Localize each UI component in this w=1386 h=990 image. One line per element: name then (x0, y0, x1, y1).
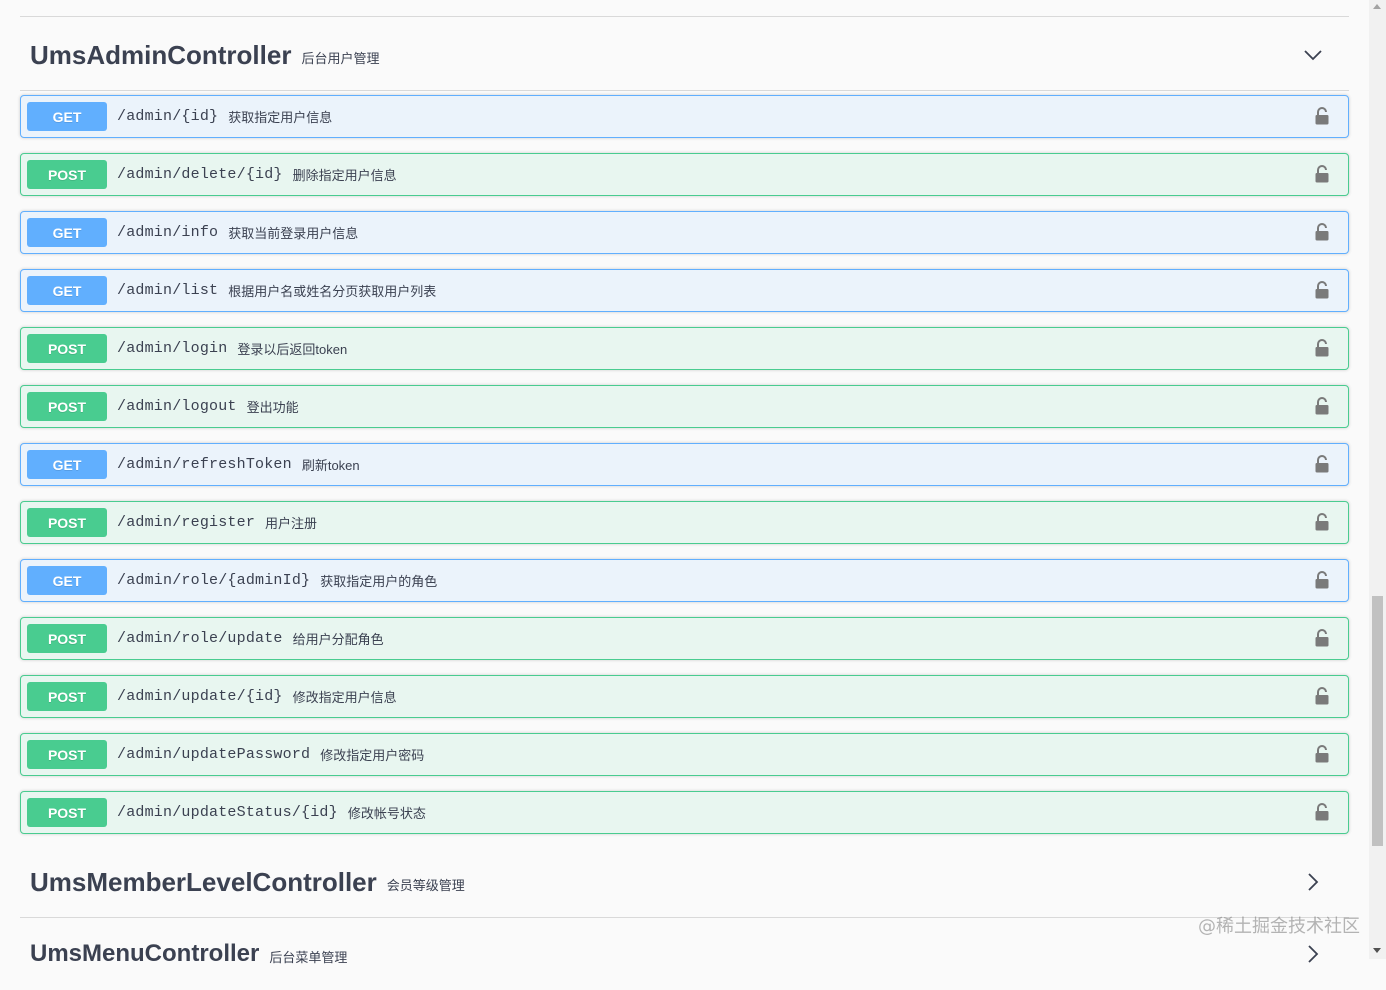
unlocked-lock-icon[interactable] (1314, 455, 1330, 473)
http-method-badge: GET (27, 218, 107, 247)
operation-path: /admin/info (117, 224, 219, 241)
operation-row[interactable]: GET/admin/role/{adminId} 获取指定用户的角色 (20, 559, 1349, 602)
http-method-badge: POST (27, 624, 107, 653)
http-method-badge: POST (27, 798, 107, 827)
operation-row[interactable]: GET/admin/refreshToken 刷新token (20, 443, 1349, 486)
operation-summary: 登录以后返回token (237, 342, 348, 357)
operation-summary: 根据用户名或姓名分页获取用户列表 (228, 284, 437, 299)
unlocked-lock-icon[interactable] (1314, 513, 1330, 531)
operation-row[interactable]: POST/admin/update/{id} 修改指定用户信息 (20, 675, 1349, 718)
unlocked-lock-icon[interactable] (1314, 571, 1330, 589)
operation-row[interactable]: POST/admin/delete/{id} 删除指定用户信息 (20, 153, 1349, 196)
section-title: UmsAdminController (30, 39, 292, 70)
section-description: 后台菜单管理 (269, 949, 348, 965)
unlocked-lock-icon[interactable] (1314, 281, 1330, 299)
http-method-badge: POST (27, 160, 107, 189)
unlocked-lock-icon[interactable] (1314, 629, 1330, 647)
section-title: UmsMenuController (30, 940, 260, 967)
operation-path: /admin/update/{id} (117, 688, 283, 705)
operation-row[interactable]: POST/admin/login 登录以后返回token (20, 327, 1349, 370)
http-method-badge: GET (27, 276, 107, 305)
chevron-down-icon[interactable] (1303, 45, 1323, 65)
operation-path: /admin/role/update (117, 630, 283, 647)
section-title: UmsMemberLevelController (30, 866, 377, 897)
operation-summary: 删除指定用户信息 (292, 168, 397, 183)
operation-row[interactable]: GET/admin/{id} 获取指定用户信息 (20, 95, 1349, 138)
operation-row[interactable]: POST/admin/updatePassword 修改指定用户密码 (20, 733, 1349, 776)
chevron-right-icon[interactable] (1303, 872, 1323, 892)
watermark: @稀土掘金技术社区 (1198, 916, 1360, 937)
scroll-down-arrow-icon[interactable] (1373, 948, 1381, 953)
operation-path: /admin/register (117, 514, 256, 531)
http-method-badge: POST (27, 740, 107, 769)
unlocked-lock-icon[interactable] (1314, 107, 1330, 125)
section-ums-menu-controller[interactable]: UmsMenuController 后台菜单管理 (20, 918, 1349, 990)
unlocked-lock-icon[interactable] (1314, 397, 1330, 415)
section-description: 会员等级管理 (386, 877, 465, 893)
top-divider (20, 16, 1349, 17)
unlocked-lock-icon[interactable] (1314, 223, 1330, 241)
scrollbar-thumb[interactable] (1372, 596, 1383, 846)
operation-row[interactable]: POST/admin/role/update 给用户分配角色 (20, 617, 1349, 660)
operation-path: /admin/{id} (117, 108, 219, 125)
operation-path: /admin/list (117, 282, 219, 299)
operation-path: /admin/refreshToken (117, 456, 292, 473)
operation-summary: 修改指定用户密码 (320, 748, 425, 763)
section-divider (20, 90, 1349, 91)
operation-row[interactable]: GET/admin/info 获取当前登录用户信息 (20, 211, 1349, 254)
operation-path: /admin/logout (117, 398, 237, 415)
operation-path: /admin/delete/{id} (117, 166, 283, 183)
operation-path: /admin/updateStatus/{id} (117, 804, 338, 821)
unlocked-lock-icon[interactable] (1314, 803, 1330, 821)
operation-summary: 用户注册 (265, 516, 318, 531)
operation-row[interactable]: GET/admin/list 根据用户名或姓名分页获取用户列表 (20, 269, 1349, 312)
unlocked-lock-icon[interactable] (1314, 687, 1330, 705)
operation-path: /admin/role/{adminId} (117, 572, 311, 589)
operation-summary: 获取当前登录用户信息 (228, 226, 359, 241)
vertical-scrollbar[interactable] (1369, 0, 1386, 959)
operation-summary: 获取指定用户信息 (228, 110, 333, 125)
scroll-up-arrow-icon[interactable] (1373, 4, 1381, 9)
http-method-badge: POST (27, 392, 107, 421)
operation-path: /admin/updatePassword (117, 746, 311, 763)
section-description: 后台用户管理 (301, 50, 380, 66)
http-method-badge: GET (27, 450, 107, 479)
operation-summary: 给用户分配角色 (292, 632, 384, 647)
operation-row[interactable]: POST/admin/logout 登出功能 (20, 385, 1349, 428)
http-method-badge: GET (27, 566, 107, 595)
operation-summary: 登出功能 (246, 400, 299, 415)
http-method-badge: POST (27, 508, 107, 537)
http-method-badge: POST (27, 334, 107, 363)
operation-summary: 获取指定用户的角色 (320, 574, 438, 589)
http-method-badge: GET (27, 102, 107, 131)
unlocked-lock-icon[interactable] (1314, 745, 1330, 763)
section-ums-admin-controller[interactable]: UmsAdminController 后台用户管理 (20, 19, 1349, 91)
unlocked-lock-icon[interactable] (1314, 339, 1330, 357)
unlocked-lock-icon[interactable] (1314, 165, 1330, 183)
operation-row[interactable]: POST/admin/updateStatus/{id} 修改帐号状态 (20, 791, 1349, 834)
chevron-right-icon[interactable] (1303, 944, 1323, 964)
operation-summary: 刷新token (301, 458, 360, 473)
operation-row[interactable]: POST/admin/register 用户注册 (20, 501, 1349, 544)
operation-summary: 修改帐号状态 (347, 806, 426, 821)
section-ums-member-level-controller[interactable]: UmsMemberLevelController 会员等级管理 (20, 846, 1349, 918)
operation-path: /admin/login (117, 340, 228, 357)
operation-summary: 修改指定用户信息 (292, 690, 397, 705)
http-method-badge: POST (27, 682, 107, 711)
